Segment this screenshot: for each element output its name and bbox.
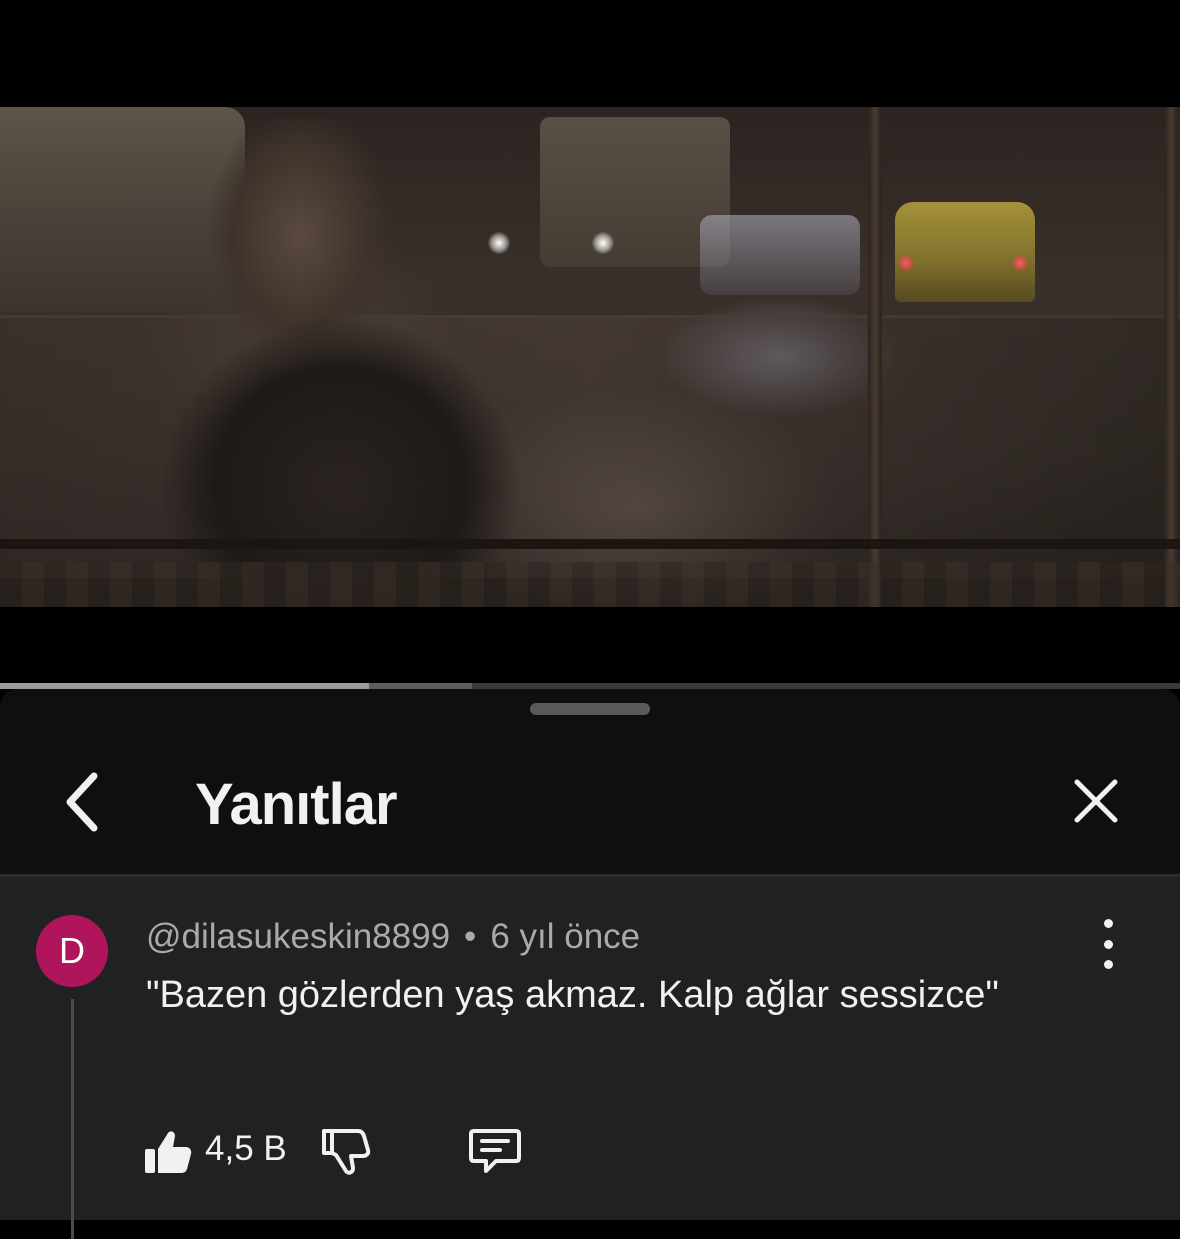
comment-author[interactable]: @dilasukeskin8899 <box>146 917 450 956</box>
video-scene-window-glow <box>700 215 860 295</box>
thumbs-up-filled-icon <box>145 1131 192 1173</box>
close-icon <box>1074 779 1118 823</box>
video-scene-taillight <box>1012 255 1028 271</box>
replies-sheet-header: Yanıtlar <box>0 689 1180 877</box>
more-options-button[interactable] <box>1090 919 1126 969</box>
comment-time: 6 yıl önce <box>490 917 641 956</box>
comment-meta: @dilasukeskin8899 • 6 yıl önce <box>146 917 640 957</box>
more-vertical-icon <box>1103 919 1113 928</box>
close-button[interactable] <box>1066 771 1126 831</box>
video-scene-taillight <box>898 255 914 271</box>
chevron-left-icon <box>66 772 98 832</box>
video-scene-headlight <box>488 232 510 254</box>
drag-handle[interactable] <box>530 703 650 715</box>
video-scene-pole <box>1164 107 1178 607</box>
video-scene-headlight <box>592 232 614 254</box>
comment-text: "Bazen gözlerden yaş akmaz. Kalp ağlar s… <box>146 974 999 1016</box>
sheet-title: Yanıtlar <box>195 772 398 837</box>
meta-separator: • <box>464 917 477 956</box>
video-scene-rail <box>0 539 1180 549</box>
dislike-button[interactable] <box>320 1125 372 1177</box>
back-button[interactable] <box>52 767 112 837</box>
thread-line <box>71 999 74 1239</box>
like-count: 4,5 B <box>205 1129 287 1168</box>
video-player[interactable] <box>0 0 1180 686</box>
reply-button[interactable] <box>468 1123 522 1177</box>
video-frame[interactable] <box>0 107 1180 607</box>
replies-sheet: Yanıtlar D @dilasukeskin8899 • 6 yıl önce … <box>0 689 1180 1239</box>
video-scene-pole <box>868 107 882 607</box>
video-scene-seats <box>0 562 1180 607</box>
thumbs-down-icon <box>322 1129 371 1175</box>
comment-reply-icon <box>469 1129 521 1173</box>
like-button[interactable] <box>143 1127 193 1177</box>
comment: D @dilasukeskin8899 • 6 yıl önce "Bazen gö… <box>0 877 1180 1239</box>
avatar[interactable]: D <box>36 915 108 987</box>
video-scene-taxi <box>895 202 1035 302</box>
